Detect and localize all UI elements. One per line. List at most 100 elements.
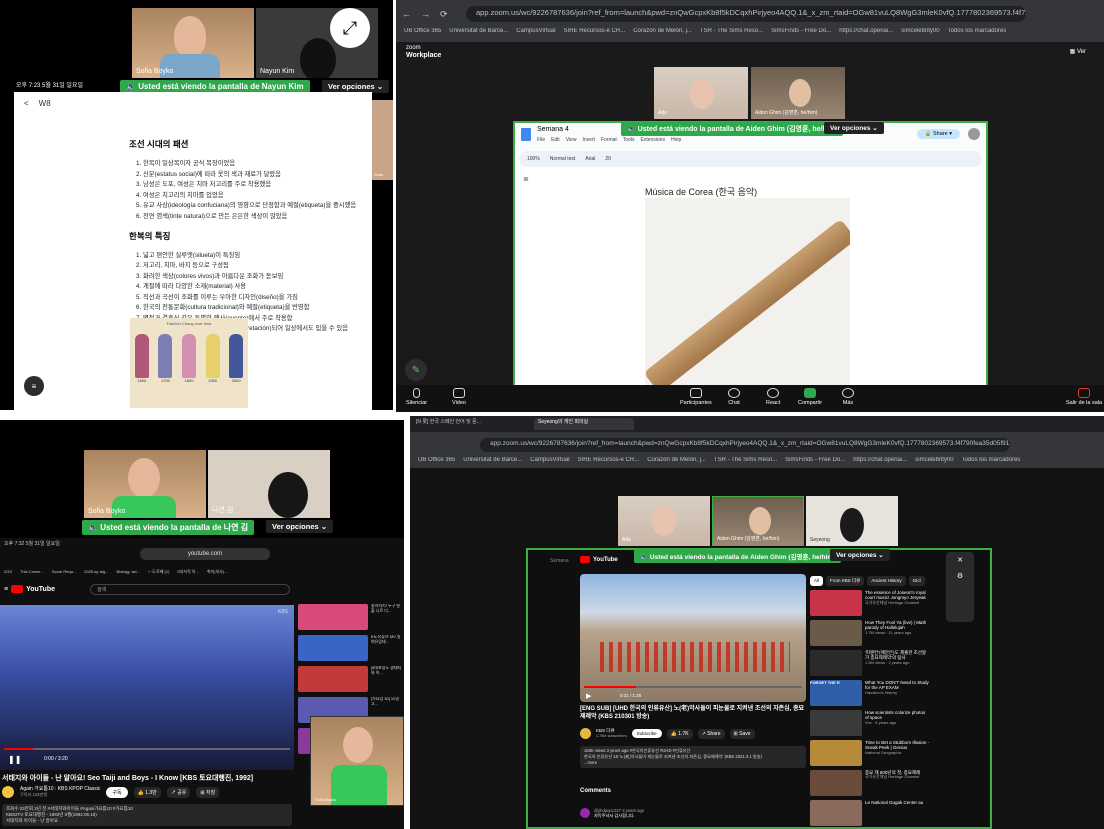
view-options-button[interactable]: Ver opciones ⌄ — [824, 122, 884, 134]
side-video-tile[interactable]: Sofia — [372, 100, 393, 180]
tab[interactable]: 취미(의사)... — [207, 569, 228, 579]
like-button[interactable]: 👍 1.7K — [666, 728, 693, 739]
related-video[interactable]: How They Fool Ya (live) | Math parody of… — [810, 620, 930, 646]
video-player[interactable]: ▶ 0:21 / 1:25 — [580, 574, 806, 702]
back-button[interactable]: < — [24, 99, 29, 108]
tab-1[interactable]: [N 롯] 한국 스페인 언어 및 문... — [416, 418, 526, 430]
address-bar[interactable]: app.zoom.us/wc/9226787636/join?ref_from=… — [466, 6, 1026, 22]
save-button[interactable]: ⊞ Save — [729, 728, 755, 739]
menu-item[interactable]: Tools — [623, 137, 635, 143]
address-bar[interactable]: app.zoom.us/wc/9226787636/join?ref_from=… — [480, 438, 1010, 452]
channel-avatar[interactable] — [2, 786, 14, 798]
leave-button[interactable]: Salir de la sala — [1066, 388, 1102, 406]
subscribe-button[interactable]: Subscribe — [631, 729, 662, 738]
bookmark-item[interactable]: CampusVirtual — [516, 28, 555, 34]
related-video[interactable]: '피렌킨'(애만은)도 제출한 조선왕가 종묘제례악'의 탐사 1.5M view… — [810, 650, 930, 676]
menu-item[interactable]: File — [537, 137, 545, 143]
related-video[interactable]: EN 유튜브 MV 알 여유있데... — [298, 635, 404, 661]
bookmark-item[interactable]: simcelebrity00 — [915, 457, 953, 463]
bookmark-item[interactable]: TSR - The Sims Reso... — [700, 28, 763, 34]
video-tile-seyeong[interactable]: Seyeong — [806, 496, 898, 546]
filter-chip[interactable]: GIcl — [908, 576, 925, 586]
progress-bar[interactable] — [4, 748, 290, 750]
toolbar-item[interactable]: Arial — [585, 156, 595, 162]
tab[interactable]: 2025 ap alg... — [84, 569, 108, 579]
expand-icon[interactable]: ⤢ — [330, 8, 370, 48]
url-bar[interactable]: youtube.com — [140, 548, 270, 560]
share-button[interactable]: ↗ Share — [697, 728, 725, 739]
forward-icon[interactable]: → — [421, 9, 430, 20]
outline-icon[interactable]: ≣ — [523, 175, 529, 183]
share-button[interactable]: ↗ 공유 — [166, 786, 191, 798]
video-button[interactable]: Video — [452, 388, 466, 406]
filter-chip[interactable]: From KBS 다큐 — [826, 576, 865, 586]
reload-icon[interactable]: ⟳ — [440, 9, 448, 20]
menu-item[interactable]: Insert — [582, 137, 595, 143]
bookmark-item[interactable]: Todos los marcadores — [962, 457, 1021, 463]
bookmark-item[interactable]: UB Office 365 — [404, 28, 441, 34]
related-video[interactable]: 좋아하기! 누구 탈출 니르 다... — [298, 604, 404, 630]
share-screen-button[interactable]: Compartir — [798, 388, 822, 406]
bookmark-item[interactable]: Corazón de Melón, j... — [633, 28, 692, 34]
gear-icon[interactable]: ⚙ — [946, 572, 974, 580]
view-options-button[interactable]: Ver opciones ⌄ — [266, 520, 334, 533]
related-video[interactable]: Le National Gugak Center au — [810, 800, 930, 826]
bookmark-item[interactable]: TSR - The Sims Reso... — [714, 457, 777, 463]
play-button[interactable]: ❚❚ — [8, 755, 21, 764]
related-video[interactable]: How scientists colorize photos of space V… — [810, 710, 930, 736]
mute-button[interactable]: Silenciar — [406, 388, 427, 406]
more-button[interactable]: Más — [842, 388, 854, 406]
edit-fab[interactable]: ✎ — [405, 359, 427, 381]
account-avatar[interactable] — [968, 128, 980, 140]
progress-bar[interactable] — [584, 686, 802, 688]
video-player[interactable]: KBS ❚❚ 0:00 / 3:20 — [0, 605, 294, 770]
video-tile-nayeon[interactable]: 나연 김 — [208, 450, 330, 518]
like-button[interactable]: 👍 1.3만 — [133, 786, 161, 798]
back-icon[interactable]: ← — [402, 9, 411, 20]
video-tile-sofia[interactable]: Sofia Boyko — [84, 450, 206, 518]
tab[interactable]: This Conne... — [20, 569, 44, 579]
pip-video-sofia[interactable]: Sofia Boyko — [310, 716, 404, 806]
menu-item[interactable]: Format — [601, 137, 617, 143]
related-video[interactable]: 종묘 제 600년의 첫, 종묘제례 국가유산채널 Heritage Channe… — [810, 770, 930, 796]
channel-name[interactable]: KBS 다큐 — [596, 728, 615, 733]
menu-item[interactable]: Help — [671, 137, 681, 143]
react-button[interactable]: React — [766, 388, 780, 406]
video-tile-aiden[interactable]: Aiden Ghim (김영훈, he/him) — [712, 496, 804, 546]
video-tile-ada[interactable]: Ada — [618, 496, 710, 546]
video-tile-aiden[interactable]: Aiden Ghim (김영훈, he/him) — [751, 67, 845, 119]
bookmark-item[interactable]: UB Office 365 — [418, 457, 455, 463]
bookmark-item[interactable]: SIRE Recursos-e CR... — [564, 28, 626, 34]
toolbar-item[interactable]: 20 — [605, 156, 611, 162]
close-icon[interactable]: ✕ — [946, 556, 974, 564]
tab[interactable]: 5대지적 아... — [177, 569, 198, 579]
video-tile-sofia[interactable]: Sofia Boyko — [132, 8, 254, 78]
tab[interactable]: Score Requ... — [52, 569, 76, 579]
related-video[interactable]: [8대포함도 생태지와 아... — [298, 666, 404, 692]
share-button[interactable]: 🔒 Share ▾ — [916, 129, 960, 139]
tab[interactable]: 2GS — [4, 569, 12, 579]
floating-menu-icon[interactable]: ≡ — [24, 376, 44, 396]
bookmark-item[interactable]: Corazón de Melón, j... — [647, 457, 706, 463]
video-tile-ada[interactable]: Ada — [654, 67, 748, 119]
related-video[interactable]: The essence of Joseon's royal court musi… — [810, 590, 930, 616]
related-video[interactable]: Time to Bet a Stubborn Illusion - Sneak … — [810, 740, 930, 766]
search-input[interactable]: 검색 — [90, 584, 290, 595]
bookmark-item[interactable]: Universitat de Barce... — [449, 28, 508, 34]
bookmark-item[interactable]: Todos los marcadores — [948, 28, 1007, 34]
menu-item[interactable]: Extensions — [640, 137, 664, 143]
menu-icon[interactable]: ≡ — [4, 586, 8, 593]
bookmark-item[interactable]: https://chat.openai... — [853, 457, 907, 463]
subscribe-button[interactable]: 구독 — [106, 786, 128, 798]
play-button[interactable]: ▶ — [586, 692, 591, 700]
view-options-button[interactable]: Ver opciones ⌄ — [830, 549, 890, 561]
participants-button[interactable]: Participantes — [680, 388, 712, 406]
related-video[interactable]: FORGET THE R What You DON'T Need to Study… — [810, 680, 930, 706]
bookmark-item[interactable]: CampusVirtual — [530, 457, 569, 463]
view-button[interactable]: ▦ Ver — [1070, 48, 1086, 55]
filter-chip[interactable]: Ancient History — [867, 576, 906, 586]
bookmark-item[interactable]: SIRE Recursos-e CR... — [578, 457, 640, 463]
bookmark-item[interactable]: SimsFinds - Free Do... — [771, 28, 831, 34]
bookmark-item[interactable]: SimsFinds - Free Do... — [785, 457, 845, 463]
chat-button[interactable]: Chat — [728, 388, 740, 406]
